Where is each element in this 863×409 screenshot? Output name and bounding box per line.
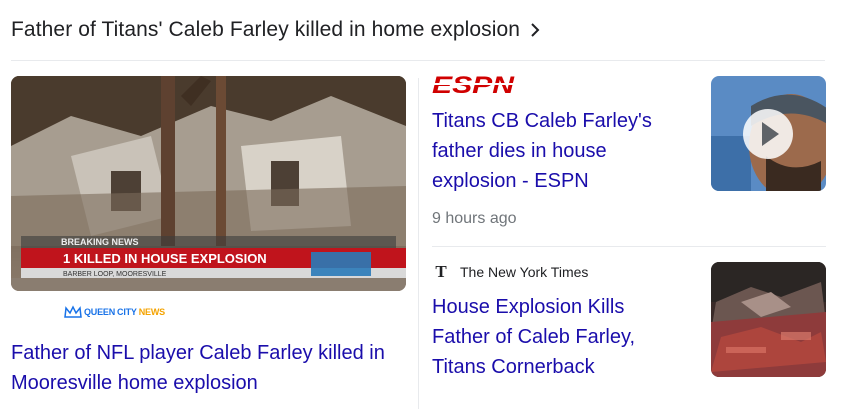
source-name: The New York Times xyxy=(460,264,589,280)
nyt-logo-icon: T xyxy=(435,262,447,281)
story-cluster-header[interactable]: Father of Titans' Caleb Farley killed in… xyxy=(11,12,851,48)
espn-logo: ESPN xyxy=(432,72,516,101)
header-divider xyxy=(11,60,825,61)
story-divider xyxy=(432,246,826,247)
story-timestamp: 9 hours ago xyxy=(432,210,517,227)
story-thumbnail[interactable] xyxy=(711,262,826,377)
main-story-thumbnail[interactable]: BREAKING NEWS 1 KILLED IN HOUSE EXPLOSIO… xyxy=(11,76,406,291)
story-cluster-title: Father of Titans' Caleb Farley killed in… xyxy=(11,18,521,41)
nyt-source: T The New York Times xyxy=(432,262,588,282)
thumbnail-banner-text: 1 KILLED IN HOUSE EXPLOSION xyxy=(63,251,267,266)
queen-city-news-logo: QUEEN CITY NEWS xyxy=(64,305,165,319)
thumbnail-location-text: BARBER LOOP, MOORESVILLE xyxy=(63,271,167,278)
story-headline[interactable]: Titans CB Caleb Farley's father dies in … xyxy=(432,106,682,196)
story-headline[interactable]: House Explosion Kills Father of Caleb Fa… xyxy=(432,292,682,382)
main-story-headline[interactable]: Father of NFL player Caleb Farley killed… xyxy=(11,338,406,398)
breaking-news-label: BREAKING NEWS xyxy=(61,237,139,247)
story-thumbnail[interactable] xyxy=(711,76,826,191)
crown-icon xyxy=(64,305,82,318)
chevron-right-icon xyxy=(531,23,540,37)
column-divider xyxy=(418,78,419,409)
